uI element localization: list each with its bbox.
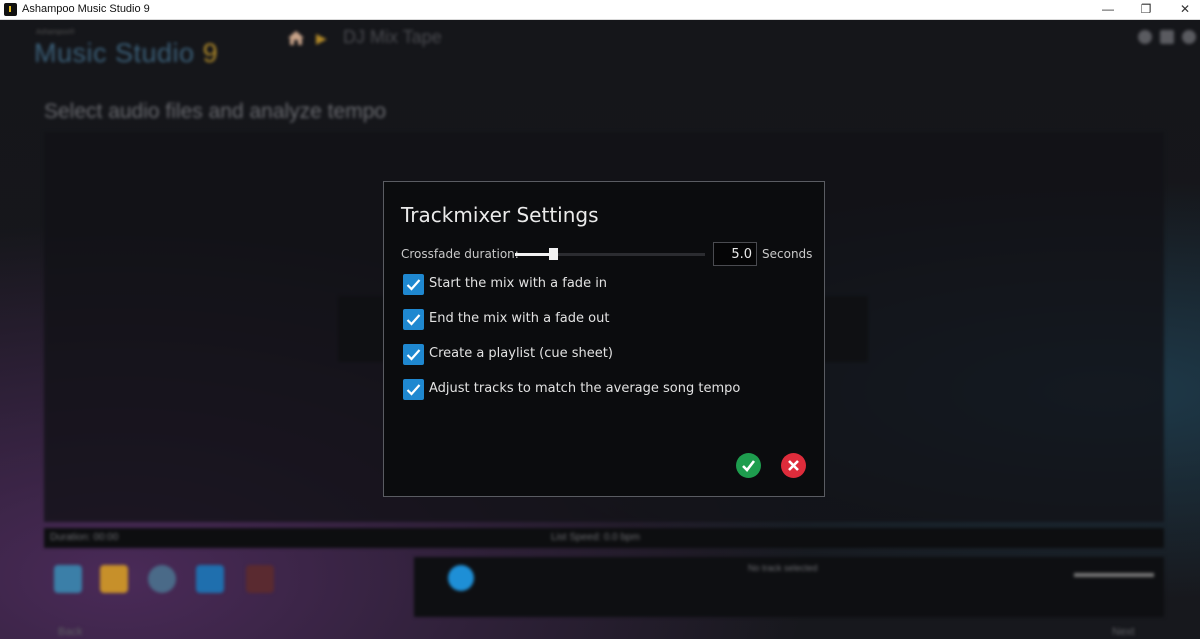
checkmark-icon: [406, 349, 421, 361]
next-button[interactable]: Next: [1112, 626, 1135, 638]
home-icon[interactable]: [287, 30, 305, 46]
crossfade-label: Crossfade duration:: [401, 247, 519, 261]
status-duration: Duration: 00:00: [50, 532, 119, 543]
info-icon[interactable]: [1160, 30, 1174, 44]
checkmark-icon: [406, 314, 421, 326]
check-icon: [742, 460, 756, 472]
settings-gear-icon[interactable]: [148, 565, 176, 593]
breadcrumb-arrow-icon: ▶: [316, 30, 327, 46]
ok-button[interactable]: [736, 453, 761, 478]
brand-version: 9: [202, 38, 219, 68]
checkmark-icon: [406, 384, 421, 396]
player-status: No track selected: [748, 563, 818, 573]
app-icon: [4, 3, 17, 16]
back-button[interactable]: Back: [58, 626, 82, 638]
settings-icon[interactable]: [1138, 30, 1152, 44]
checkmark-icon: [406, 279, 421, 291]
adjust-tempo-checkbox[interactable]: [403, 379, 424, 400]
slider-fill: [515, 253, 553, 256]
delete-icon[interactable]: [246, 565, 274, 593]
status-speed: List Speed: 0.0 bpm: [551, 532, 640, 543]
add-folder-icon[interactable]: [100, 565, 128, 593]
page-heading: Select audio files and analyze tempo: [44, 100, 387, 123]
slider-thumb[interactable]: [549, 248, 558, 260]
playlist-checkbox[interactable]: [403, 344, 424, 365]
add-files-icon[interactable]: [54, 565, 82, 593]
crossfade-slider[interactable]: [515, 246, 705, 262]
fade-out-label: End the mix with a fade out: [429, 311, 610, 326]
minimize-button[interactable]: —: [1093, 0, 1123, 20]
fade-out-checkbox[interactable]: [403, 309, 424, 330]
help-icon[interactable]: [1182, 30, 1196, 44]
dialog-title: Trackmixer Settings: [401, 203, 599, 227]
close-window-button[interactable]: ✕: [1170, 0, 1200, 20]
volume-slider[interactable]: [1074, 573, 1154, 577]
play-icon[interactable]: [448, 565, 474, 591]
crossfade-value-input[interactable]: 5.0: [713, 242, 757, 266]
brand-name: Music Studio: [34, 38, 195, 68]
crossfade-unit: Seconds: [762, 247, 813, 261]
shuffle-icon[interactable]: [196, 565, 224, 593]
playlist-label: Create a playlist (cue sheet): [429, 346, 613, 361]
cancel-button[interactable]: [781, 453, 806, 478]
breadcrumb[interactable]: DJ Mix Tape: [343, 27, 442, 48]
player-bar: No track selected: [414, 557, 1164, 617]
fade-in-label: Start the mix with a fade in: [429, 276, 608, 291]
window-title: Ashampoo Music Studio 9: [22, 3, 150, 15]
x-icon: [788, 460, 799, 471]
app-logo: Music Studio 9: [34, 38, 218, 69]
maximize-button[interactable]: ❐: [1131, 0, 1161, 20]
brand-vendor: Ashampoo®: [36, 29, 75, 36]
adjust-tempo-label: Adjust tracks to match the average song …: [429, 381, 741, 396]
fade-in-checkbox[interactable]: [403, 274, 424, 295]
window-titlebar: Ashampoo Music Studio 9 — ❐ ✕: [0, 0, 1200, 20]
trackmixer-settings-dialog: Trackmixer Settings Crossfade duration: …: [383, 181, 825, 497]
